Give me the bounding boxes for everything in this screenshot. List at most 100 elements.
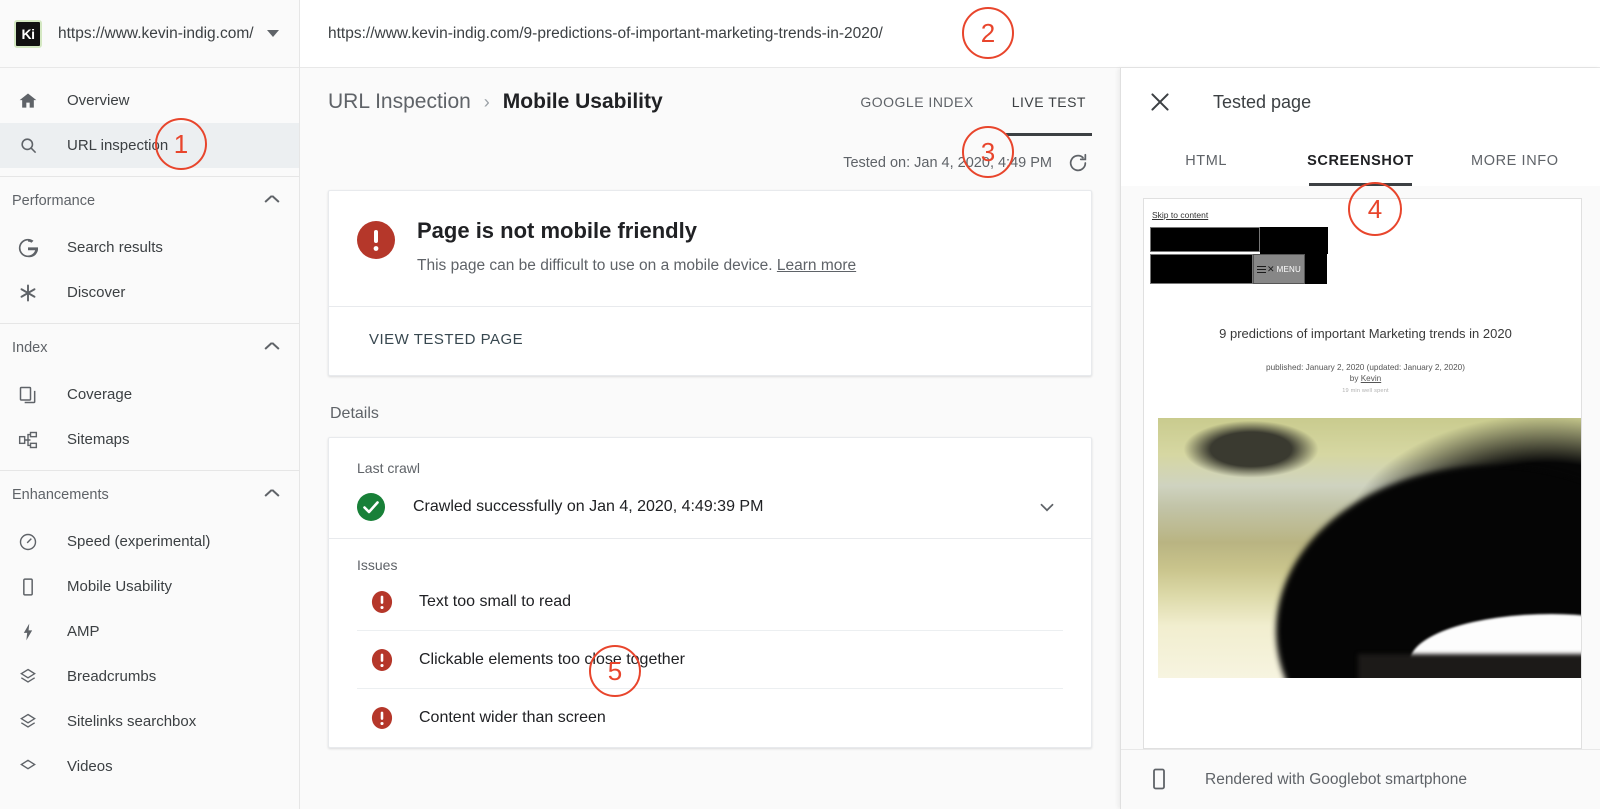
property-selector[interactable]: Ki https://www.kevin-indig.com/ — [0, 0, 299, 68]
header-block — [1305, 254, 1327, 284]
header-block — [1260, 227, 1328, 254]
refresh-icon[interactable] — [1066, 151, 1090, 175]
byline-prefix: by — [1349, 374, 1361, 384]
tested-page-tabs: HTML SCREENSHOT MORE INFO — [1121, 136, 1600, 186]
layers-icon — [16, 665, 40, 689]
tab-google-index[interactable]: GOOGLE INDEX — [854, 68, 979, 136]
sidebar-item-sitelinks-searchbox[interactable]: Sitelinks searchbox — [0, 699, 299, 744]
chevron-down-icon[interactable] — [267, 30, 279, 37]
chevron-down-icon[interactable] — [1035, 495, 1059, 519]
sidebar-section-index[interactable]: Index — [0, 324, 299, 372]
author-link[interactable]: Kevin — [1361, 374, 1381, 383]
sidebar-item-sitemaps[interactable]: Sitemaps — [0, 417, 299, 462]
published-text: published: January 2, 2020 (updated: Jan… — [1266, 362, 1465, 372]
diamond-icon — [16, 755, 40, 779]
sidebar-item-overview[interactable]: Overview — [0, 78, 299, 123]
inspection-result-pane: URL Inspection › Mobile Usability GOOGLE… — [300, 68, 1120, 809]
screenshot-published-meta: published: January 2, 2020 (updated: Jan… — [1150, 362, 1581, 386]
menu-button[interactable]: ✕ MENU — [1253, 254, 1305, 284]
tab-label: HTML — [1185, 153, 1228, 169]
sidebar-item-coverage[interactable]: Coverage — [0, 372, 299, 417]
home-icon — [16, 89, 40, 113]
sidebar-item-label: Sitelinks searchbox — [67, 713, 197, 730]
site-logo: Ki — [14, 19, 42, 48]
tab-label: GOOGLE INDEX — [860, 94, 974, 110]
last-crawl-row[interactable]: Crawled successfully on Jan 4, 2020, 4:4… — [357, 476, 1063, 538]
issue-row[interactable]: Content wider than screen — [357, 689, 1063, 747]
tab-label: SCREENSHOT — [1307, 153, 1414, 169]
chevron-up-icon[interactable] — [265, 197, 279, 206]
sidebar-item-label: Mobile Usability — [67, 578, 173, 595]
inspected-url-text: https://www.kevin-indig.com/9-prediction… — [328, 24, 883, 42]
details-section-title: Details — [330, 405, 379, 423]
mobile-phone-icon — [1147, 767, 1173, 793]
result-scroll-body[interactable]: Tested on: Jan 4, 2020, 4:49 PM Page is … — [300, 136, 1120, 809]
speedometer-icon — [16, 530, 40, 554]
issue-row[interactable]: Text too small to read — [357, 573, 1063, 632]
chevron-up-icon[interactable] — [265, 491, 279, 500]
render-agent-label: Rendered with Googlebot smartphone — [1205, 770, 1467, 788]
hamburger-menu-icon — [1257, 265, 1267, 273]
issue-row[interactable]: Clickable elements too close together — [357, 631, 1063, 690]
google-g-icon — [16, 236, 40, 260]
lightning-bolt-icon — [16, 620, 40, 644]
inspected-url-bar[interactable]: https://www.kevin-indig.com/9-prediction… — [300, 0, 1600, 68]
close-icon[interactable] — [1147, 89, 1173, 115]
verdict-action-row: VIEW TESTED PAGE — [329, 307, 1091, 375]
sidebar-item-label: Search results — [67, 239, 163, 256]
sidebar-item-discover[interactable]: Discover — [0, 270, 299, 315]
sidebar-item-label: Coverage — [67, 386, 133, 403]
issue-label: Clickable elements too close together — [419, 650, 685, 668]
breadcrumb-separator-icon: › — [483, 92, 490, 112]
sidebar-item-search-results[interactable]: Search results — [0, 225, 299, 270]
skip-to-content-link[interactable]: Skip to content — [1152, 210, 1208, 220]
rendered-page-screenshot: Skip to content ✕ MENU 9 predictions of … — [1143, 198, 1582, 749]
sidebar-item-url-inspection[interactable]: URL inspection — [0, 123, 299, 168]
tested-on-timestamp: Tested on: Jan 4, 2020, 4:49 PM — [843, 155, 1052, 171]
screenshot-read-time: 19 min well spent — [1342, 388, 1389, 395]
details-card: Last crawl Crawled successfully on Jan 4… — [328, 437, 1092, 749]
screenshot-viewport[interactable]: Skip to content ✕ MENU 9 predictions of … — [1121, 186, 1600, 749]
screenshot-content: Skip to content ✕ MENU 9 predictions of … — [1144, 199, 1581, 679]
sidebar-item-videos[interactable]: Videos — [0, 744, 299, 789]
main-column: https://www.kevin-indig.com/9-prediction… — [300, 0, 1600, 809]
error-icon — [371, 707, 393, 730]
header-block — [1150, 227, 1260, 252]
tab-screenshot[interactable]: SCREENSHOT — [1283, 136, 1437, 186]
breadcrumb: URL Inspection › Mobile Usability — [328, 90, 828, 114]
last-crawl-status-text: Crawled successfully on Jan 4, 2020, 4:4… — [413, 498, 764, 516]
sidebar-item-mobile-usability[interactable]: Mobile Usability — [0, 564, 299, 609]
issue-label: Text too small to read — [419, 592, 572, 610]
breadcrumb-root[interactable]: URL Inspection — [328, 90, 471, 114]
sidebar-item-label: Overview — [67, 92, 130, 109]
view-tested-page-button[interactable]: VIEW TESTED PAGE — [369, 331, 523, 348]
sidebar-section-performance[interactable]: Performance — [0, 177, 299, 225]
sidebar-section-enhancements[interactable]: Enhancements — [0, 471, 299, 519]
menu-button-label: MENU — [1276, 264, 1301, 274]
screenshot-header-blocks: ✕ MENU — [1150, 227, 1328, 284]
sidebar-item-label: Breadcrumbs — [67, 668, 157, 685]
header-tabs: GOOGLE INDEX LIVE TEST — [828, 68, 1093, 136]
verdict-subtitle-text: This page can be difficult to use on a m… — [417, 256, 773, 274]
learn-more-link[interactable]: Learn more — [777, 257, 856, 274]
tab-html[interactable]: HTML — [1129, 136, 1283, 186]
asterisk-icon — [16, 281, 40, 305]
screenshot-footer: Rendered with Googlebot smartphone — [1121, 749, 1600, 809]
sidebar-item-amp[interactable]: AMP — [0, 609, 299, 654]
tab-live-test[interactable]: LIVE TEST — [1005, 68, 1093, 136]
chevron-up-icon[interactable] — [265, 344, 279, 353]
tested-page-panel: Tested page HTML SCREENSHOT MORE INFO Sk… — [1120, 68, 1600, 809]
sitemap-icon — [16, 428, 40, 452]
verdict-body: Page is not mobile friendly This page ca… — [329, 191, 1091, 306]
page-title: Mobile Usability — [502, 90, 663, 113]
error-icon — [357, 217, 395, 276]
sidebar-item-breadcrumbs[interactable]: Breadcrumbs — [0, 654, 299, 699]
sidebar-item-speed[interactable]: Speed (experimental) — [0, 519, 299, 564]
tab-more-info[interactable]: MORE INFO — [1438, 136, 1592, 186]
header-block — [1150, 254, 1253, 284]
search-console-app: Ki https://www.kevin-indig.com/ Overview… — [0, 0, 1600, 809]
tested-page-title: Tested page — [1213, 91, 1312, 112]
tested-page-header: Tested page — [1121, 68, 1600, 136]
sidebar-item-label: Sitemaps — [67, 431, 130, 448]
sidebar-item-label: AMP — [67, 623, 100, 640]
